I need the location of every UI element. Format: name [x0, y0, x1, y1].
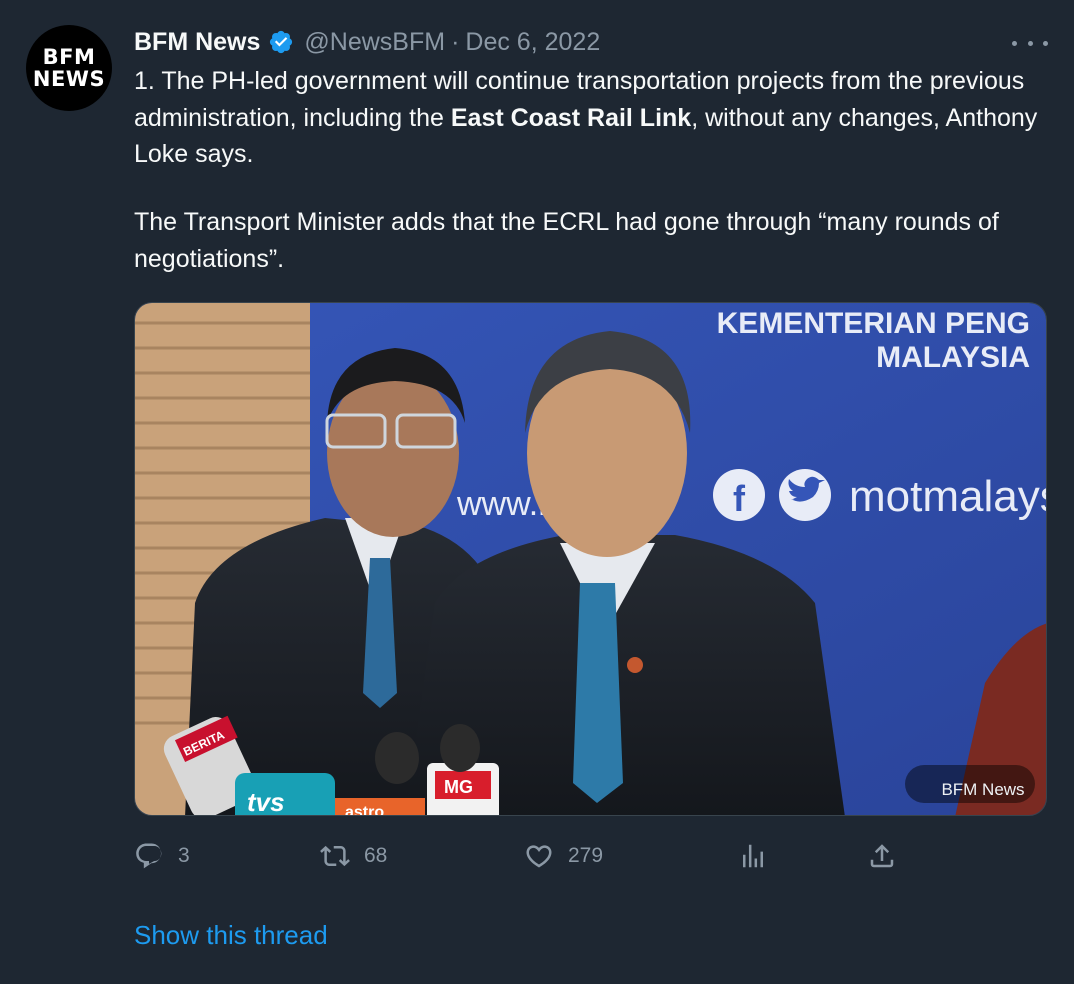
mic-label-4: astro — [345, 804, 384, 816]
share-icon — [870, 844, 894, 868]
share-button[interactable] — [867, 841, 897, 871]
backdrop-text-1: KEMENTERIAN PENG — [717, 307, 1030, 340]
like-button[interactable]: 279 — [524, 841, 603, 871]
analytics-icon — [743, 844, 763, 868]
mic-label-2: tvs — [247, 787, 285, 816]
reply-button[interactable]: 3 — [134, 841, 190, 871]
show-thread-link[interactable]: Show this thread — [134, 920, 328, 951]
tweet-photo[interactable]: KEMENTERIAN PENG MALAYSIA www.m f motmal… — [134, 302, 1047, 816]
handle[interactable]: @NewsBFM — [304, 28, 445, 57]
separator-dot: · — [451, 27, 460, 56]
backdrop-social-text: motmalaysi — [849, 472, 1047, 521]
tweet-text: 1. The PH-led government will continue t… — [134, 63, 1044, 309]
reply-icon — [136, 843, 162, 869]
heart-icon — [526, 845, 552, 868]
verified-badge-icon — [270, 30, 293, 54]
svg-text:f: f — [733, 478, 746, 519]
tweet-text-bold: East Coast Rail Link — [450, 103, 692, 132]
tweet-header: BFM News @NewsBFM · Dec 6, 2022 — [134, 26, 600, 58]
more-options-icon[interactable] — [1012, 30, 1048, 56]
mic-label-3: MG — [444, 777, 473, 797]
retweet-icon — [320, 845, 350, 867]
tweet-paragraph-2: The Transport Minister adds that the ECR… — [134, 208, 999, 273]
retweet-count: 68 — [364, 844, 388, 867]
avatar-text-line2: NEWS — [32, 67, 106, 91]
avatar-text-line1: BFM — [42, 45, 96, 69]
like-count: 279 — [568, 844, 604, 867]
views-button[interactable] — [738, 841, 768, 871]
tweet-actions: 3 68 279 — [0, 836, 1074, 876]
photo-credit: BFM News — [941, 780, 1024, 799]
press-conference-photo: KEMENTERIAN PENG MALAYSIA www.m f motmal… — [135, 303, 1047, 816]
display-name[interactable]: BFM News — [134, 28, 260, 57]
tweet-card[interactable]: BFM NEWS BFM News @NewsBFM · Dec 6, 2022… — [0, 0, 1074, 984]
avatar[interactable]: BFM NEWS — [26, 25, 112, 111]
reply-count: 3 — [178, 844, 190, 867]
backdrop-text-2: MALAYSIA — [876, 341, 1030, 374]
retweet-button[interactable]: 68 — [320, 841, 387, 871]
timestamp[interactable]: Dec 6, 2022 — [465, 28, 600, 57]
tweet-paragraph-1: 1. The PH-led government will continue t… — [134, 63, 1044, 173]
